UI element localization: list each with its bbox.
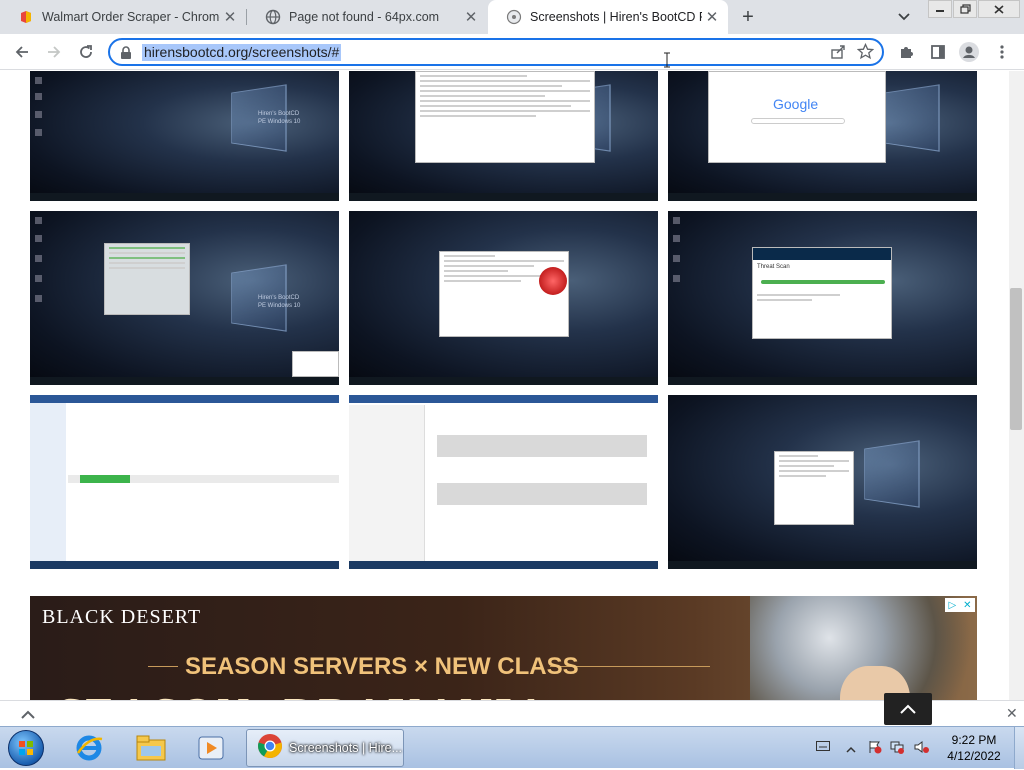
forward-button[interactable] <box>42 40 66 64</box>
hirens-watermark: Hiren's BootCD <box>258 295 300 301</box>
tab-title: Page not found - 64px.com <box>289 10 440 24</box>
tab-strip: Walmart Order Scraper - Chrome ✕ Page no… <box>0 0 1024 34</box>
network-icon[interactable] <box>890 740 904 757</box>
clock-date: 4/12/2022 <box>947 749 1001 763</box>
close-window-button[interactable] <box>978 0 1020 18</box>
scroll-to-top-button[interactable] <box>884 693 932 725</box>
close-tab-icon[interactable]: ✕ <box>220 7 240 27</box>
address-bar[interactable]: hirensbootcd.org/screenshots/# <box>108 38 884 66</box>
screenshot-thumbnail-imaging-tool[interactable] <box>349 395 658 569</box>
chrome-icon <box>257 733 283 764</box>
tab-screenshots-hirens[interactable]: Screenshots | Hiren's BootCD PE ✕ <box>488 0 728 34</box>
tab-walmart-order-scraper[interactable]: Walmart Order Scraper - Chrome ✕ <box>0 0 246 34</box>
scrollbar-thumb[interactable] <box>1010 288 1022 430</box>
share-icon[interactable] <box>830 44 846 65</box>
restore-window-button[interactable] <box>953 0 977 18</box>
screenshot-thumbnail-desktop[interactable]: Hiren's BootCD PE Windows 10 <box>30 71 339 201</box>
bookmark-star-icon[interactable] <box>856 42 875 65</box>
internet-explorer-icon[interactable] <box>68 730 110 766</box>
taskbar-chrome-window[interactable]: Screenshots | Hire... <box>246 729 404 767</box>
screenshot-thumbnail-malwarebytes[interactable]: Threat Scan <box>668 211 977 385</box>
keyboard-icon[interactable] <box>816 740 830 754</box>
google-logo-text: Google <box>773 96 819 112</box>
hirens-favicon-icon <box>506 9 522 25</box>
profile-avatar-icon[interactable] <box>957 40 981 64</box>
close-tab-icon[interactable]: ✕ <box>461 7 481 27</box>
hirens-watermark-sub: PE Windows 10 <box>258 303 301 309</box>
lock-icon[interactable] <box>120 46 132 65</box>
side-panel-icon[interactable] <box>926 40 950 64</box>
show-hidden-icons-chevron-icon[interactable] <box>846 742 856 756</box>
screenshot-thumbnail-installer[interactable] <box>349 211 658 385</box>
ad-brand-logo: BLACK DESERT <box>42 606 202 628</box>
windows-taskbar: Screenshots | Hire... 9:22 PM 4/12/2022 <box>0 726 1024 769</box>
hirens-watermark: Hiren's BootCD <box>258 111 300 117</box>
action-center-flag-icon[interactable] <box>868 740 882 757</box>
globe-icon <box>265 9 281 25</box>
show-desktop-button[interactable] <box>1014 727 1024 769</box>
page-content: Hiren's BootCD PE Windows 10 Google Hire… <box>0 71 1009 723</box>
menu-kebab-icon[interactable] <box>990 40 1014 64</box>
screenshot-thumbnail-explorer[interactable] <box>349 71 658 201</box>
back-button[interactable] <box>10 40 34 64</box>
download-shelf: ✕ <box>0 700 1024 726</box>
screenshot-thumbnail-google[interactable]: Google <box>668 71 977 201</box>
reload-button[interactable] <box>74 40 98 64</box>
tab-search-chevron-icon[interactable] <box>893 7 915 27</box>
new-tab-button[interactable]: + <box>736 5 760 29</box>
minimize-window-button[interactable] <box>928 0 952 18</box>
text-cursor-icon <box>664 52 670 68</box>
close-shelf-icon[interactable]: ✕ <box>1006 705 1018 722</box>
screenshot-thumbnail-partition-tool[interactable]: Hiren's BootCD PE Windows 10 <box>30 211 339 385</box>
ad-headline: SEASON SERVERS × NEW CLASS <box>185 653 579 680</box>
chevron-up-icon[interactable] <box>18 704 38 724</box>
browser-toolbar: hirensbootcd.org/screenshots/# <box>0 34 1024 70</box>
adchoices-icon[interactable]: ▷ ✕ <box>945 598 975 612</box>
extension-favicon-icon <box>18 9 34 25</box>
file-explorer-icon[interactable] <box>130 730 172 766</box>
start-button[interactable] <box>8 730 44 766</box>
screenshot-thumbnail-disk-manager[interactable] <box>30 395 339 569</box>
extensions-puzzle-icon[interactable] <box>894 40 918 64</box>
close-tab-icon[interactable]: ✕ <box>702 7 722 27</box>
hirens-watermark-sub: PE Windows 10 <box>258 119 301 125</box>
threat-scan-title: Threat Scan <box>757 264 790 270</box>
screenshot-thumbnail-setup-wizard[interactable] <box>668 395 977 569</box>
media-player-icon[interactable] <box>190 730 232 766</box>
tab-title: Screenshots | Hiren's BootCD PE <box>530 10 702 24</box>
clock[interactable]: 9:22 PM 4/12/2022 <box>942 732 1006 764</box>
tab-page-not-found[interactable]: Page not found - 64px.com ✕ <box>247 0 487 34</box>
volume-muted-icon[interactable] <box>914 740 930 757</box>
taskbar-chrome-label: Screenshots | Hire... <box>289 741 403 755</box>
url-text[interactable]: hirensbootcd.org/screenshots/# <box>142 44 342 61</box>
clock-time: 9:22 PM <box>951 733 997 747</box>
tab-title: Walmart Order Scraper - Chrome <box>42 10 220 24</box>
